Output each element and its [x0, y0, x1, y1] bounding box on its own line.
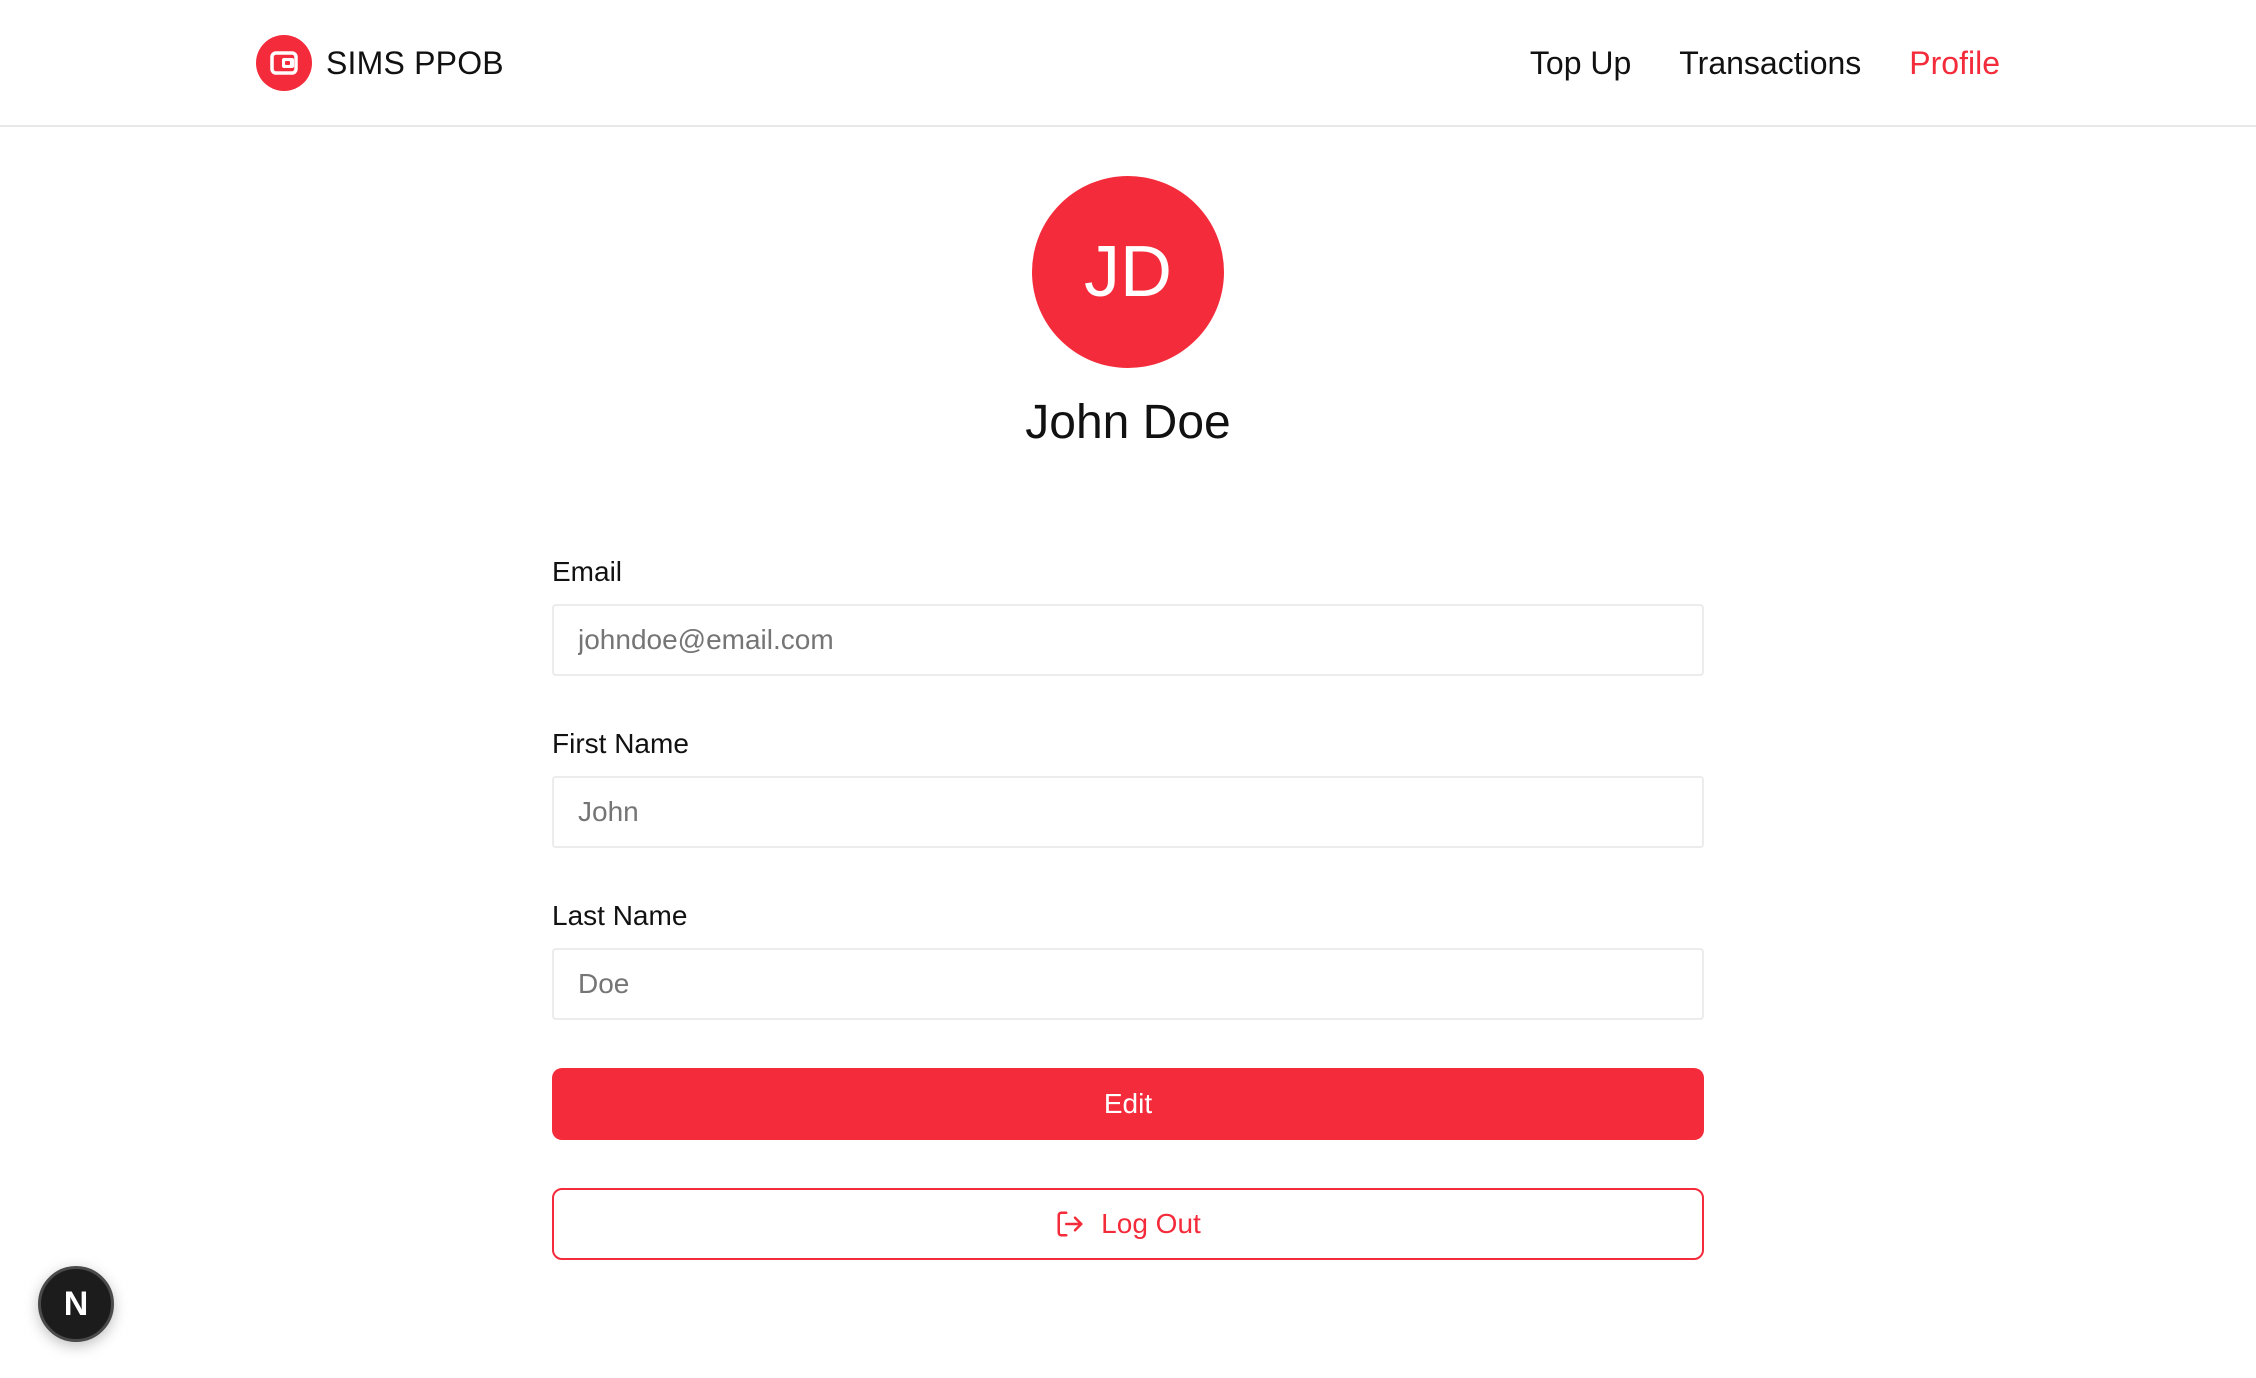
nav-transactions[interactable]: Transactions	[1679, 45, 1861, 82]
first-name-field[interactable]	[552, 776, 1704, 848]
email-field[interactable]	[552, 604, 1704, 676]
last-name-label: Last Name	[552, 900, 688, 931]
nextjs-icon[interactable]: N	[38, 1266, 114, 1342]
edit-button-label: Edit	[1103, 1088, 1153, 1119]
brand-name: SIMS PPOB	[326, 44, 504, 81]
logout-icon	[1055, 1209, 1085, 1239]
navbar: SIMS PPOB Top Up Transactions Profile	[0, 0, 2256, 127]
avatar: JD	[1032, 176, 1224, 368]
email-group: Email	[552, 552, 1704, 676]
profile-form: Email First Name Last Name Edit Log Out	[552, 552, 1704, 1260]
edit-button[interactable]: Edit	[552, 1068, 1704, 1140]
first-name-label: First Name	[552, 728, 689, 759]
email-label: Email	[552, 556, 623, 587]
brand-link[interactable]: SIMS PPOB	[256, 35, 504, 91]
dev-badge-letter: N	[63, 1284, 89, 1323]
last-name-group: Last Name	[552, 896, 1704, 1020]
profile-name: John Doe	[1025, 396, 1231, 449]
avatar-initials: JD	[1084, 232, 1172, 312]
wallet-icon	[256, 35, 312, 91]
last-name-field[interactable]	[552, 948, 1704, 1020]
logout-button[interactable]: Log Out	[552, 1188, 1704, 1260]
nav-top-up[interactable]: Top Up	[1530, 45, 1631, 82]
nav-links: Top Up Transactions Profile	[1482, 35, 2000, 91]
nav-profile[interactable]: Profile	[1909, 45, 2000, 82]
logout-button-label: Log Out	[1101, 1208, 1201, 1239]
first-name-group: First Name	[552, 724, 1704, 848]
